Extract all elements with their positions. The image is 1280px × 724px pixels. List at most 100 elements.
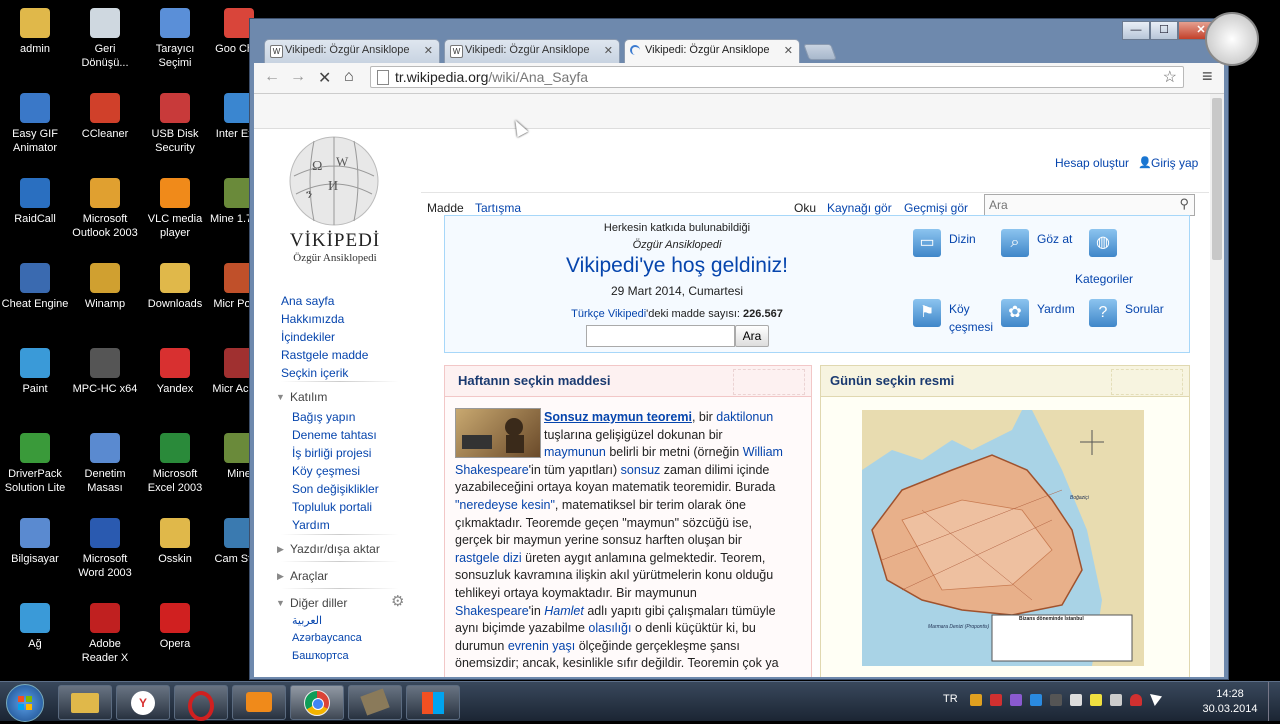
- menu-icon[interactable]: ≡: [1202, 66, 1213, 87]
- turkish-wikipedia-link[interactable]: Türkçe Vikipedi: [571, 308, 646, 320]
- desktop-icon[interactable]: Osskin: [140, 518, 210, 566]
- article-link[interactable]: "neredeyse kesin": [455, 498, 555, 512]
- desktop-icon[interactable]: MPC-HC x64: [70, 348, 140, 396]
- article-link[interactable]: Hamlet: [544, 604, 584, 618]
- welcome-search-input[interactable]: [586, 325, 735, 347]
- article-link[interactable]: William: [743, 445, 783, 459]
- portal-link[interactable]: Göz at: [1037, 230, 1097, 248]
- article-link[interactable]: Shakespeare: [455, 604, 529, 618]
- tab-close-icon[interactable]: ✕: [784, 44, 793, 57]
- maximize-button[interactable]: ☐: [1150, 21, 1178, 40]
- article-link[interactable]: olasılığı: [588, 621, 631, 635]
- tab-close-icon[interactable]: ✕: [604, 44, 613, 57]
- tray-app-icon[interactable]: [970, 694, 982, 706]
- desktop-icon[interactable]: Tarayıcı Seçimi: [140, 8, 210, 70]
- action-center-flag-icon[interactable]: [1150, 694, 1162, 706]
- sidebar-link[interactable]: İş birliği projesi: [292, 446, 371, 460]
- create-account-link[interactable]: Hesap oluştur: [1055, 156, 1129, 170]
- desktop-icon[interactable]: Ağ: [0, 603, 70, 651]
- taskbar-clock[interactable]: 14:28 30.03.2014: [1200, 687, 1260, 717]
- participation-header[interactable]: Katılım: [290, 390, 327, 404]
- sidebar-link[interactable]: Ana sayfa: [281, 294, 334, 308]
- chrome-taskbar-icon[interactable]: [290, 685, 344, 720]
- welcome-date[interactable]: 29 Mart 2014, Cumartesi: [445, 284, 909, 298]
- desktop-icon[interactable]: Paint: [0, 348, 70, 396]
- desktop-icon[interactable]: Microsoft Excel 2003: [140, 433, 210, 495]
- portal-link[interactable]: Köy çeşmesi: [949, 300, 1009, 336]
- language-link[interactable]: العربية: [292, 614, 322, 627]
- welcome-title[interactable]: Vikipedi'ye hoş geldiniz!: [445, 254, 909, 278]
- desktop-icon[interactable]: CCleaner: [70, 93, 140, 141]
- portal-link[interactable]: Sorular: [1125, 300, 1185, 318]
- sidebar-link[interactable]: Topluluk portali: [292, 500, 372, 514]
- desktop-icon[interactable]: Adobe Reader X: [70, 603, 140, 665]
- browser-tab-active[interactable]: Vikipedi: Özgür Ansiklope ✕: [624, 39, 800, 63]
- desktop-icon[interactable]: Easy GIF Animator: [0, 93, 70, 155]
- article-link[interactable]: Shakespeare: [455, 463, 529, 477]
- portal-link[interactable]: Yardım: [1037, 300, 1097, 318]
- desktop-icon[interactable]: Opera: [140, 603, 210, 651]
- home-icon[interactable]: ⌂: [344, 68, 354, 86]
- tools-taskbar-icon[interactable]: [348, 685, 402, 720]
- tools-header[interactable]: Araçlar: [290, 569, 328, 583]
- sidebar-link[interactable]: Yardım: [292, 518, 330, 532]
- desktop-icon[interactable]: Microsoft Outlook 2003: [70, 178, 140, 240]
- new-tab-button[interactable]: [803, 44, 837, 60]
- portal-link[interactable]: Dizin: [949, 230, 1009, 248]
- tab-article[interactable]: Madde: [427, 201, 464, 215]
- sidebar-link[interactable]: Seçkin içerik: [281, 366, 348, 380]
- portal-link[interactable]: Kategoriler: [1075, 270, 1135, 288]
- volume-icon[interactable]: [1110, 694, 1122, 706]
- desktop-icon[interactable]: Denetim Masası: [70, 433, 140, 495]
- browser-tab[interactable]: W Vikipedi: Özgür Ansiklope ✕: [444, 39, 620, 63]
- desktop-icon[interactable]: Geri Dönüşü...: [70, 8, 140, 70]
- tab-read[interactable]: Oku: [794, 201, 816, 215]
- article-link[interactable]: sonsuz: [621, 463, 661, 477]
- sidebar-link[interactable]: Son değişiklikler: [292, 482, 379, 496]
- tray-app-icon[interactable]: [1010, 694, 1022, 706]
- explorer-taskbar-icon[interactable]: [58, 685, 112, 720]
- desktop-icon[interactable]: Cheat Engine: [0, 263, 70, 311]
- minimize-button[interactable]: —: [1122, 21, 1150, 40]
- opera-taskbar-icon[interactable]: [174, 685, 228, 721]
- wiki-search-field[interactable]: ⚲: [984, 194, 1195, 216]
- tab-talk[interactable]: Tartışma: [475, 201, 521, 215]
- yandex-taskbar-icon[interactable]: Y: [116, 685, 170, 720]
- desktop-icon[interactable]: USB Disk Security: [140, 93, 210, 155]
- sidebar-link[interactable]: Rastgele madde: [281, 348, 368, 362]
- article-link[interactable]: daktilonun: [716, 410, 773, 424]
- sidebar-link[interactable]: İçindekiler: [281, 330, 335, 344]
- language-link[interactable]: Башҡортса: [292, 650, 349, 662]
- article-link[interactable]: rastgele dizi: [455, 551, 522, 565]
- tray-app-icon[interactable]: [1030, 694, 1042, 706]
- desktop-icon[interactable]: RaidCall: [0, 178, 70, 226]
- search-icon[interactable]: ⚲: [1179, 196, 1189, 212]
- tab-history[interactable]: Geçmişi gör: [904, 201, 968, 215]
- stop-loading-icon[interactable]: ✕: [318, 68, 331, 88]
- sidebar-link[interactable]: Bağış yapın: [292, 410, 355, 424]
- desktop-icon[interactable]: Yandex: [140, 348, 210, 396]
- desktop-icon[interactable]: admin: [0, 8, 70, 56]
- desktop-icon[interactable]: Microsoft Word 2003: [70, 518, 140, 580]
- print-export-header[interactable]: Yazdır/dışa aktar: [290, 542, 380, 556]
- forward-arrow-icon[interactable]: →: [290, 68, 306, 86]
- article-link[interactable]: evrenin yaşı: [508, 639, 575, 653]
- address-bar[interactable]: tr.wikipedia.org/wiki/Ana_Sayfa ☆: [370, 66, 1184, 88]
- byzantine-istanbul-map[interactable]: Bizans döneminde İstanbul Boğaziçi Marma…: [862, 410, 1144, 666]
- wiki-search-input[interactable]: [985, 195, 1171, 215]
- tray-app-icon[interactable]: [1050, 694, 1062, 706]
- portal-4-icon[interactable]: ✿: [1001, 299, 1029, 327]
- expand-triangle-icon[interactable]: ▶: [277, 544, 284, 555]
- featured-article-image[interactable]: [455, 408, 541, 458]
- sidebar-link[interactable]: Köy çeşmesi: [292, 464, 360, 478]
- tab-view-source[interactable]: Kaynağı gör: [827, 201, 892, 215]
- desktop-icon[interactable]: DriverPack Solution Lite: [0, 433, 70, 495]
- welcome-search-button[interactable]: Ara: [735, 325, 769, 347]
- vertical-scrollbar[interactable]: [1210, 94, 1224, 677]
- language-link[interactable]: Azərbaycanca: [292, 632, 362, 644]
- desktop-icon[interactable]: Winamp: [70, 263, 140, 311]
- other-languages-header[interactable]: Diğer diller: [290, 596, 347, 610]
- login-link[interactable]: Giriş yap: [1151, 156, 1198, 170]
- desktop-icon[interactable]: Downloads: [140, 263, 210, 311]
- portal-5-icon[interactable]: ?: [1089, 299, 1117, 327]
